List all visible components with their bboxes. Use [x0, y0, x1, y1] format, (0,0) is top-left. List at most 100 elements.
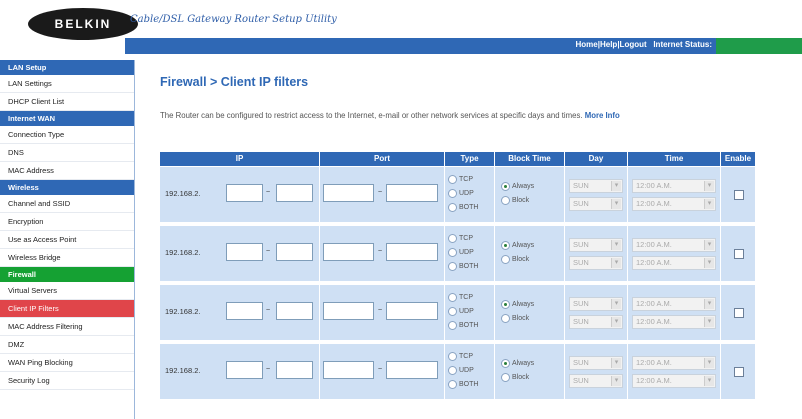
- sidebar-item-access-point[interactable]: Use as Access Point: [0, 231, 134, 249]
- port-end-input[interactable]: [386, 184, 438, 202]
- table-row: 192.168.2. ~ ~ TCP UDP BOTH Always Block…: [160, 226, 756, 283]
- sidebar-item-mac-address[interactable]: MAC Address: [0, 162, 134, 180]
- ip-end-input[interactable]: [276, 302, 313, 320]
- select-value: 12:00 A.M.: [636, 376, 672, 385]
- sidebar-item-wan-ping-blocking[interactable]: WAN Ping Blocking: [0, 354, 134, 372]
- day-from-select[interactable]: SUN ▾: [569, 297, 623, 311]
- day-from-select[interactable]: SUN ▾: [569, 238, 623, 252]
- block-always-radio[interactable]: Always: [501, 179, 564, 193]
- block-always-radio[interactable]: Always: [501, 297, 564, 311]
- sidebar-section-internet-wan[interactable]: Internet WAN: [0, 111, 134, 126]
- port-start-input[interactable]: [323, 243, 374, 261]
- sidebar-section-firewall[interactable]: Firewall: [0, 267, 134, 282]
- sidebar-item-dmz[interactable]: DMZ: [0, 336, 134, 354]
- type-tcp-radio[interactable]: TCP: [448, 172, 494, 186]
- type-udp-radio[interactable]: UDP: [448, 186, 494, 200]
- sidebar-item-dhcp-client-list[interactable]: DHCP Client List: [0, 93, 134, 111]
- table-header: IP Port Type Block Time Day Time Enable: [160, 152, 756, 166]
- chevron-down-icon: ▾: [611, 358, 621, 368]
- block-block-radio[interactable]: Block: [501, 370, 564, 384]
- block-block-radio[interactable]: Block: [501, 193, 564, 207]
- sidebar-item-dns[interactable]: DNS: [0, 144, 134, 162]
- port-end-input[interactable]: [386, 361, 438, 379]
- sidebar-item-mac-filtering[interactable]: MAC Address Filtering: [0, 318, 134, 336]
- time-to-select[interactable]: 12:00 A.M. ▾: [632, 315, 716, 329]
- day-to-select[interactable]: SUN ▾: [569, 374, 623, 388]
- day-from-select[interactable]: SUN ▾: [569, 179, 623, 193]
- radio-label: TCP: [459, 293, 473, 301]
- ip-cell: 192.168.2. ~: [160, 344, 320, 401]
- port-end-input[interactable]: [386, 302, 438, 320]
- enable-checkbox[interactable]: [734, 249, 744, 259]
- ip-end-input[interactable]: [276, 243, 313, 261]
- port-cell: ~: [320, 226, 445, 283]
- sidebar-section-lan[interactable]: LAN Setup: [0, 60, 134, 75]
- type-both-radio[interactable]: BOTH: [448, 318, 494, 332]
- time-from-select[interactable]: 12:00 A.M. ▾: [632, 297, 716, 311]
- port-end-input[interactable]: [386, 243, 438, 261]
- block-block-radio[interactable]: Block: [501, 311, 564, 325]
- day-to-select[interactable]: SUN ▾: [569, 256, 623, 270]
- ip-start-input[interactable]: [226, 302, 263, 320]
- type-tcp-radio[interactable]: TCP: [448, 349, 494, 363]
- sidebar-item-client-ip-filters[interactable]: Client IP Filters: [0, 300, 134, 318]
- logo-text: BELKIN: [54, 17, 112, 31]
- type-tcp-radio[interactable]: TCP: [448, 231, 494, 245]
- time-from-select[interactable]: 12:00 A.M. ▾: [632, 238, 716, 252]
- radio-label: BOTH: [459, 321, 479, 329]
- ip-end-input[interactable]: [276, 184, 313, 202]
- port-start-input[interactable]: [323, 302, 374, 320]
- type-both-radio[interactable]: BOTH: [448, 377, 494, 391]
- time-to-select[interactable]: 12:00 A.M. ▾: [632, 197, 716, 211]
- type-tcp-radio[interactable]: TCP: [448, 290, 494, 304]
- enable-checkbox[interactable]: [734, 367, 744, 377]
- home-help-logout-links[interactable]: Home|Help|Logout: [576, 40, 647, 49]
- port-range-separator: ~: [378, 248, 383, 255]
- sidebar-item-encryption[interactable]: Encryption: [0, 213, 134, 231]
- sidebar-item-connection-type[interactable]: Connection Type: [0, 126, 134, 144]
- radio-label: Block: [512, 255, 530, 263]
- time-to-select[interactable]: 12:00 A.M. ▾: [632, 256, 716, 270]
- day-to-select[interactable]: SUN ▾: [569, 197, 623, 211]
- type-udp-radio[interactable]: UDP: [448, 363, 494, 377]
- type-both-radio[interactable]: BOTH: [448, 259, 494, 273]
- sidebar-item-lan-settings[interactable]: LAN Settings: [0, 75, 134, 93]
- ip-start-input[interactable]: [226, 243, 263, 261]
- type-udp-radio[interactable]: UDP: [448, 245, 494, 259]
- day-from-select[interactable]: SUN ▾: [569, 356, 623, 370]
- sidebar-item-channel-ssid[interactable]: Channel and SSID: [0, 195, 134, 213]
- select-value: 12:00 A.M.: [636, 258, 672, 267]
- enable-checkbox[interactable]: [734, 190, 744, 200]
- sidebar-item-security-log[interactable]: Security Log: [0, 372, 134, 390]
- radio-dot: [501, 240, 510, 250]
- chevron-down-icon: ▾: [611, 376, 621, 386]
- time-cell: 12:00 A.M. ▾ 12:00 A.M. ▾: [628, 344, 721, 401]
- chevron-down-icon: ▾: [611, 258, 621, 268]
- type-udp-radio[interactable]: UDP: [448, 304, 494, 318]
- day-to-select[interactable]: SUN ▾: [569, 315, 623, 329]
- port-start-input[interactable]: [323, 361, 374, 379]
- ip-prefix: 192.168.2.: [165, 366, 201, 375]
- block-block-radio[interactable]: Block: [501, 252, 564, 266]
- port-start-input[interactable]: [323, 184, 374, 202]
- day-cell: SUN ▾ SUN ▾: [565, 285, 628, 342]
- select-value: 12:00 A.M.: [636, 240, 672, 249]
- type-both-radio[interactable]: BOTH: [448, 200, 494, 214]
- block-always-radio[interactable]: Always: [501, 356, 564, 370]
- sidebar-section-wireless[interactable]: Wireless: [0, 180, 134, 195]
- sidebar-item-wireless-bridge[interactable]: Wireless Bridge: [0, 249, 134, 267]
- port-cell: ~: [320, 344, 445, 401]
- internet-status-indicator: [716, 38, 802, 54]
- time-to-select[interactable]: 12:00 A.M. ▾: [632, 374, 716, 388]
- time-from-select[interactable]: 12:00 A.M. ▾: [632, 356, 716, 370]
- ip-end-input[interactable]: [276, 361, 313, 379]
- radio-dot: [501, 358, 510, 368]
- ip-start-input[interactable]: [226, 184, 263, 202]
- ip-start-input[interactable]: [226, 361, 263, 379]
- more-info-link[interactable]: More Info: [585, 111, 620, 120]
- block-always-radio[interactable]: Always: [501, 238, 564, 252]
- belkin-logo[interactable]: BELKIN: [28, 8, 138, 40]
- time-from-select[interactable]: 12:00 A.M. ▾: [632, 179, 716, 193]
- enable-checkbox[interactable]: [734, 308, 744, 318]
- sidebar-item-virtual-servers[interactable]: Virtual Servers: [0, 282, 134, 300]
